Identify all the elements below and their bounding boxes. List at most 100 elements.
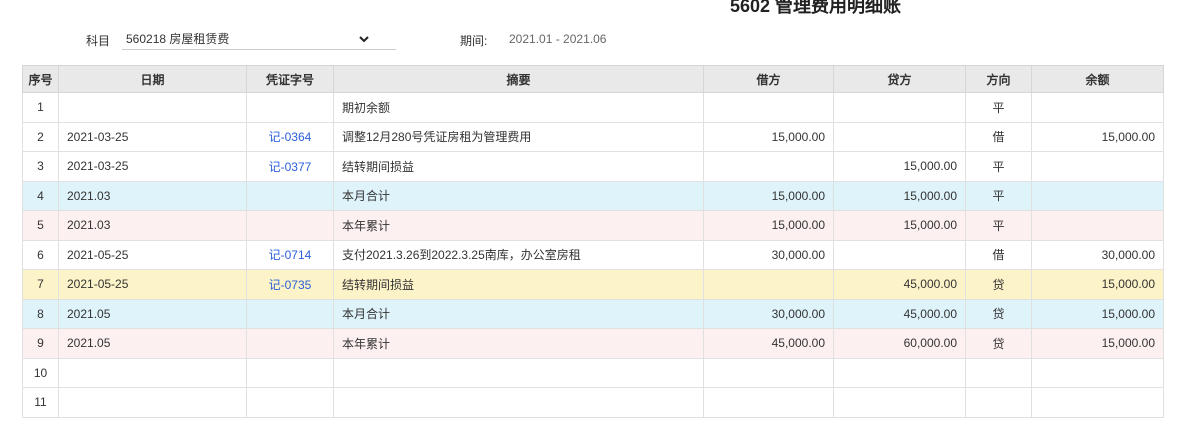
cell-debit xyxy=(703,357,834,388)
cell-debit: 30,000.00 xyxy=(703,239,834,270)
header-voucher: 凭证字号 xyxy=(246,65,334,93)
header-credit: 贷方 xyxy=(833,65,966,93)
cell-date xyxy=(58,357,247,388)
cell-balance xyxy=(1031,387,1164,418)
header-summary: 摘要 xyxy=(333,65,704,93)
cell-date: 2021-05-25 xyxy=(58,269,247,300)
cell-date xyxy=(58,387,247,418)
subject-label: 科目 xyxy=(86,34,111,48)
cell-no: 8 xyxy=(22,298,59,329)
cell-balance: 15,000.00 xyxy=(1031,298,1164,329)
cell-voucher xyxy=(246,387,334,418)
cell-no: 5 xyxy=(22,210,59,241)
cell-voucher: 记-0377 xyxy=(246,151,334,182)
cell-credit xyxy=(833,357,966,388)
cell-credit: 60,000.00 xyxy=(833,328,966,359)
cell-voucher xyxy=(246,180,334,211)
cell-no: 3 xyxy=(22,151,59,182)
cell-debit xyxy=(703,269,834,300)
table-row[interactable]: 6 2021-05-25 记-0714 支付2021.3.26到2022.3.25南库… xyxy=(22,239,1164,270)
cell-voucher: 记-0714 xyxy=(246,239,334,270)
cell-date: 2021-03-25 xyxy=(58,121,247,152)
table-row[interactable]: 2 2021-03-25 记-0364 调整12月280号凭证房租为管理费用 15,00… xyxy=(22,121,1164,152)
cell-no: 6 xyxy=(22,239,59,270)
cell-summary: 期初余额 xyxy=(333,92,704,123)
cell-debit xyxy=(703,92,834,123)
cell-credit: 15,000.00 xyxy=(833,151,966,182)
cell-direction: 平 xyxy=(965,92,1032,123)
ledger-body: 1 期初余额平 2 2021-03-25 记-0364 调整12月280号凭证房租为管理费… xyxy=(22,92,1164,418)
cell-no: 1 xyxy=(22,92,59,123)
table-row[interactable]: 3 2021-03-25 记-0377 结转期间损益 15,000.00 平 xyxy=(22,151,1164,182)
cell-direction: 平 xyxy=(965,180,1032,211)
cell-summary: 本月合计 xyxy=(333,180,704,211)
table-row[interactable]: 9 2021.05 本年累计 45,000.00 60,000.00 贷 15,000.00 xyxy=(22,328,1164,359)
chevron-down-icon xyxy=(359,35,369,42)
cell-no: 11 xyxy=(22,387,59,418)
ledger-table: 序号 日期 凭证字号 摘要 借方 贷方 方向 余额 1 期初余额平 2 2021-03… xyxy=(22,65,1164,418)
cell-voucher xyxy=(246,328,334,359)
cell-no: 9 xyxy=(22,328,59,359)
cell-debit xyxy=(703,387,834,418)
voucher-link[interactable]: 记-0364 xyxy=(269,130,312,144)
cell-direction: 贷 xyxy=(965,269,1032,300)
cell-summary: 支付2021.3.26到2022.3.25南库，办公室房租 xyxy=(333,239,704,270)
cell-date xyxy=(58,92,247,123)
table-header-row: 序号 日期 凭证字号 摘要 借方 贷方 方向 余额 xyxy=(22,65,1164,93)
cell-summary xyxy=(333,357,704,388)
cell-summary: 结转期间损益 xyxy=(333,269,704,300)
header-debit: 借方 xyxy=(703,65,834,93)
header-date: 日期 xyxy=(58,65,247,93)
table-row[interactable]: 5 2021.03 本年累计 15,000.00 15,000.00 平 xyxy=(22,210,1164,241)
header-direction: 方向 xyxy=(965,65,1032,93)
cell-credit: 15,000.00 xyxy=(833,180,966,211)
cell-voucher: 记-0735 xyxy=(246,269,334,300)
table-row[interactable]: 1 期初余额 平 xyxy=(22,92,1164,123)
cell-credit xyxy=(833,387,966,418)
cell-balance: 15,000.00 xyxy=(1031,121,1164,152)
report-title: 5602 管理费用明细账 xyxy=(730,0,902,16)
cell-debit: 15,000.00 xyxy=(703,210,834,241)
cell-no: 4 xyxy=(22,180,59,211)
voucher-link[interactable]: 记-0735 xyxy=(269,278,312,292)
cell-summary: 调整12月280号凭证房租为管理费用 xyxy=(333,121,704,152)
period-value[interactable]: 2021.01 - 2021.06 xyxy=(509,32,606,46)
header-no: 序号 xyxy=(22,65,59,93)
cell-direction: 平 xyxy=(965,151,1032,182)
cell-no: 10 xyxy=(22,357,59,388)
cell-balance: 15,000.00 xyxy=(1031,269,1164,300)
table-row[interactable]: 4 2021.03 本月合计 15,000.00 15,000.00 平 xyxy=(22,180,1164,211)
table-row[interactable]: 10 xyxy=(22,357,1164,388)
cell-balance xyxy=(1031,180,1164,211)
table-row[interactable]: 11 xyxy=(22,387,1164,418)
cell-credit xyxy=(833,92,966,123)
subject-select[interactable]: 560218 房屋租赁费 xyxy=(122,28,396,50)
cell-balance xyxy=(1031,151,1164,182)
cell-credit: 45,000.00 xyxy=(833,269,966,300)
cell-date: 2021.05 xyxy=(58,328,247,359)
table-row[interactable]: 7 2021-05-25 记-0735 结转期间损益 45,000.00 贷 15,000.… xyxy=(22,269,1164,300)
cell-direction: 借 xyxy=(965,121,1032,152)
cell-debit xyxy=(703,151,834,182)
cell-summary: 本年累计 xyxy=(333,328,704,359)
cell-debit: 15,000.00 xyxy=(703,121,834,152)
cell-voucher: 记-0364 xyxy=(246,121,334,152)
table-row[interactable]: 8 2021.05 本月合计 30,000.00 45,000.00 贷 15,000.00 xyxy=(22,298,1164,329)
cell-summary xyxy=(333,387,704,418)
voucher-link[interactable]: 记-0377 xyxy=(269,160,312,174)
cell-balance: 15,000.00 xyxy=(1031,328,1164,359)
cell-summary: 结转期间损益 xyxy=(333,151,704,182)
filter-bar: 科目 560218 房屋租赁费 期间: 2021.01 - 2021.06 xyxy=(0,28,1196,52)
cell-balance xyxy=(1031,357,1164,388)
header-balance: 余额 xyxy=(1031,65,1164,93)
cell-direction xyxy=(965,387,1032,418)
voucher-link[interactable]: 记-0714 xyxy=(269,248,312,262)
cell-credit: 45,000.00 xyxy=(833,298,966,329)
cell-summary: 本月合计 xyxy=(333,298,704,329)
cell-balance xyxy=(1031,210,1164,241)
cell-debit: 45,000.00 xyxy=(703,328,834,359)
cell-credit: 15,000.00 xyxy=(833,210,966,241)
cell-voucher xyxy=(246,298,334,329)
cell-direction: 贷 xyxy=(965,298,1032,329)
cell-direction xyxy=(965,357,1032,388)
